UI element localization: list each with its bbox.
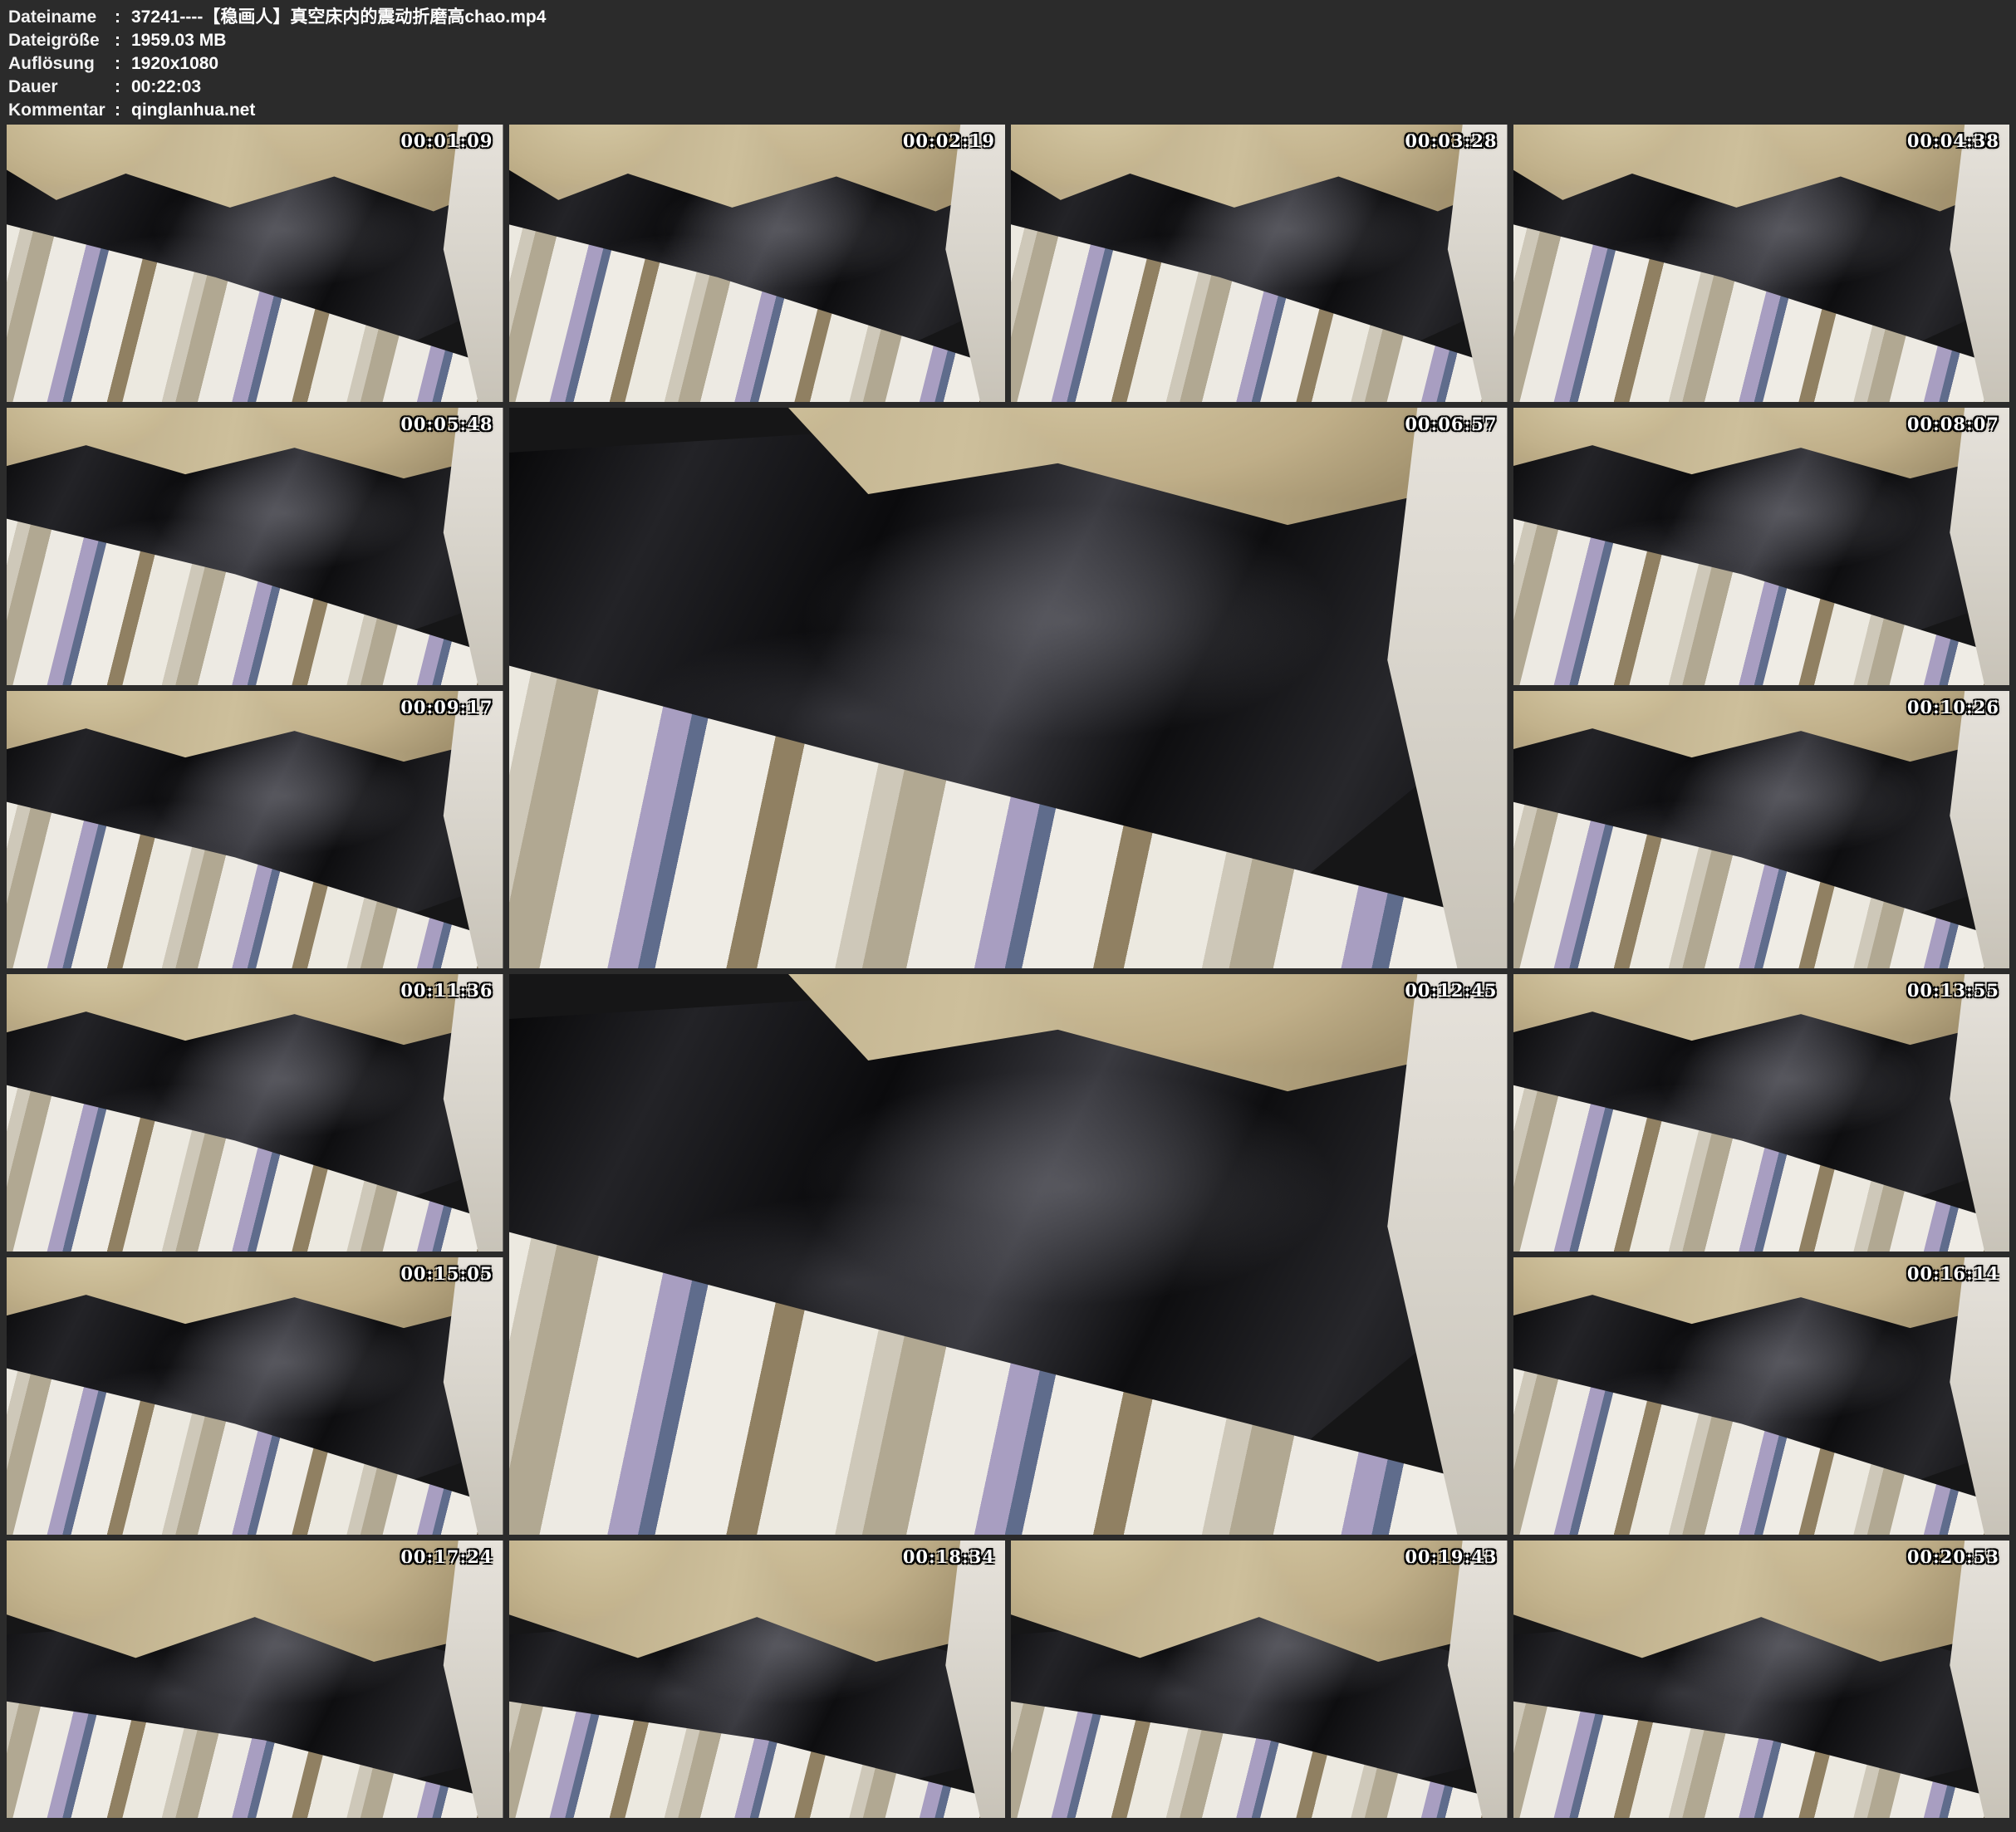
timestamp-overlay: 00:08:07 <box>1907 414 1999 434</box>
video-thumbnail: 00:09:17 <box>7 691 503 968</box>
meta-row-filename: Dateiname : 37241----【稳画人】真空床内的震动折磨高chao… <box>8 6 2016 29</box>
comment-value: qinglanhua.net <box>131 99 2016 122</box>
filesize-value: 1959.03 MB <box>131 29 2016 52</box>
timestamp-overlay: 00:05:48 <box>400 414 493 434</box>
timestamp-overlay: 00:03:28 <box>1405 130 1497 151</box>
video-thumbnail: 00:12:45 <box>509 974 1508 1535</box>
separator: : <box>115 29 131 52</box>
video-thumbnail: 00:06:57 <box>509 408 1508 968</box>
duration-label: Dauer <box>8 76 115 99</box>
filesize-label: Dateigröße <box>8 29 115 52</box>
thumbnail-grid: 00:01:09 00:02:19 00:03:28 00:04:38 00:0… <box>0 125 2016 1818</box>
meta-row-duration: Dauer : 00:22:03 <box>8 76 2016 99</box>
video-thumbnail: 00:15:05 <box>7 1257 503 1535</box>
video-thumbnail: 00:04:38 <box>1513 125 2010 402</box>
video-thumbnail: 00:01:09 <box>7 125 503 402</box>
video-thumbnail: 00:16:14 <box>1513 1257 2010 1535</box>
filename-label: Dateiname <box>8 6 115 29</box>
timestamp-overlay: 00:02:19 <box>903 130 995 151</box>
duration-value: 00:22:03 <box>131 76 2016 99</box>
video-thumbnail: 00:10:26 <box>1513 691 2010 968</box>
video-thumbnail: 00:19:43 <box>1011 1541 1508 1818</box>
video-thumbnail: 00:20:53 <box>1513 1541 2010 1818</box>
video-thumbnail: 00:05:48 <box>7 408 503 685</box>
timestamp-overlay: 00:06:57 <box>1405 414 1497 434</box>
video-thumbnail: 00:02:19 <box>509 125 1006 402</box>
timestamp-overlay: 00:18:34 <box>903 1546 995 1567</box>
meta-row-filesize: Dateigröße : 1959.03 MB <box>8 29 2016 52</box>
timestamp-overlay: 00:12:45 <box>1405 980 1497 1001</box>
separator: : <box>115 52 131 76</box>
video-thumbnail: 00:17:24 <box>7 1541 503 1818</box>
timestamp-overlay: 00:09:17 <box>400 697 493 718</box>
file-metadata-header: Dateiname : 37241----【稳画人】真空床内的震动折磨高chao… <box>0 0 2016 125</box>
timestamp-overlay: 00:11:36 <box>400 980 493 1001</box>
video-thumbnail: 00:13:55 <box>1513 974 2010 1252</box>
timestamp-overlay: 00:17:24 <box>400 1546 493 1567</box>
separator: : <box>115 99 131 122</box>
filename-value: 37241----【稳画人】真空床内的震动折磨高chao.mp4 <box>131 6 2016 29</box>
timestamp-overlay: 00:15:05 <box>400 1263 493 1284</box>
meta-row-resolution: Auflösung : 1920x1080 <box>8 52 2016 76</box>
timestamp-overlay: 00:16:14 <box>1907 1263 1999 1284</box>
video-thumbnail: 00:03:28 <box>1011 125 1508 402</box>
timestamp-overlay: 00:13:55 <box>1907 980 1999 1001</box>
resolution-value: 1920x1080 <box>131 52 2016 76</box>
timestamp-overlay: 00:20:53 <box>1907 1546 1999 1567</box>
video-thumbnail: 00:11:36 <box>7 974 503 1252</box>
comment-label: Kommentar <box>8 99 115 122</box>
video-thumbnail: 00:08:07 <box>1513 408 2010 685</box>
resolution-label: Auflösung <box>8 52 115 76</box>
timestamp-overlay: 00:19:43 <box>1405 1546 1497 1567</box>
separator: : <box>115 76 131 99</box>
timestamp-overlay: 00:04:38 <box>1907 130 1999 151</box>
timestamp-overlay: 00:01:09 <box>400 130 493 151</box>
timestamp-overlay: 00:10:26 <box>1907 697 1999 718</box>
meta-row-comment: Kommentar : qinglanhua.net <box>8 99 2016 122</box>
separator: : <box>115 6 131 29</box>
video-thumbnail: 00:18:34 <box>509 1541 1006 1818</box>
